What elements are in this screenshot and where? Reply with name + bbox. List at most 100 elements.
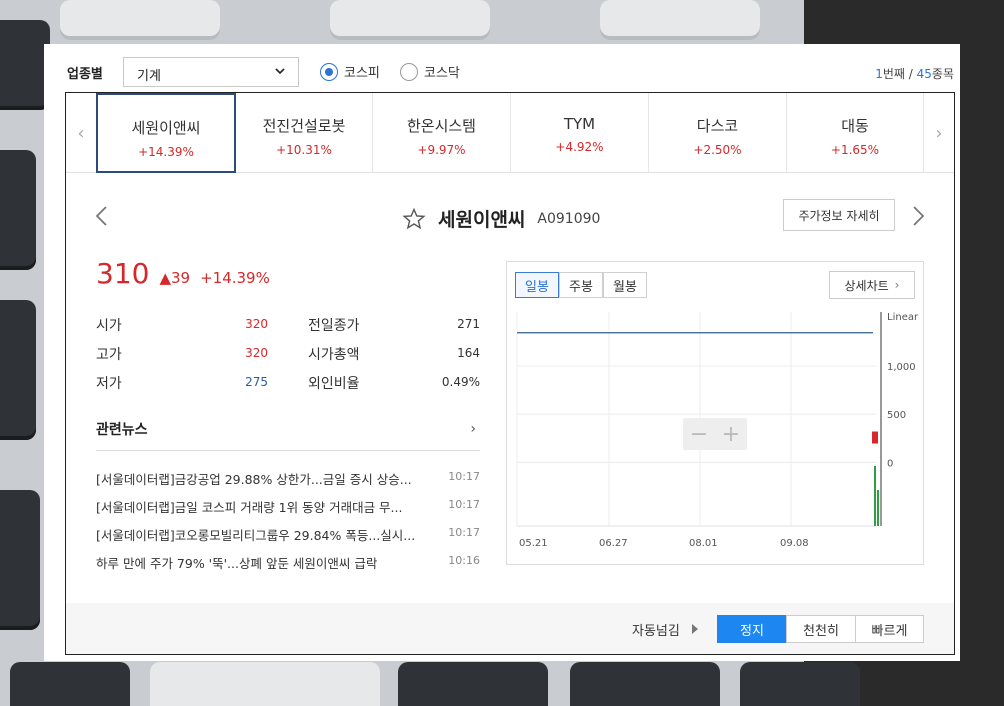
stock-tab-name: 전진건설로봇 [262, 117, 346, 135]
keyboard-key [600, 0, 760, 40]
stock-tab-1[interactable]: 전진건설로봇 +10.31% [236, 93, 373, 173]
filter-bar: 업종별 기계 코스피 코스닥 1번째 / 45종목 [44, 44, 960, 92]
slow-button[interactable]: 천천히 [786, 615, 856, 643]
stat-value-foreign-ratio: 0.49% [441, 375, 480, 389]
price-change-rate: +14.39% [200, 269, 270, 287]
stock-tab-name: 한온시스템 [406, 117, 476, 135]
stock-tab-name: TYM [563, 115, 596, 133]
stock-name: 세원이앤씨 [438, 209, 526, 231]
stat-label-prev-close: 전일종가 [308, 318, 360, 334]
stat-value-open: 320 [245, 317, 268, 331]
candle-body [872, 431, 878, 444]
news-header: 관련뉴스 › [96, 419, 480, 451]
prev-stock-arrow-icon[interactable] [94, 205, 110, 227]
total-unit: 종목 [931, 67, 954, 81]
page-unit: 번째 [882, 67, 905, 81]
radio-kosdaq[interactable]: 코스닥 [400, 62, 460, 81]
news-title: 관련뉴스 [96, 422, 148, 438]
keyboard-key [398, 662, 548, 706]
price-chart: 1,000 500 0 Linear 05.21 06.27 08.01 09.08 − + [516, 312, 919, 549]
keyboard-key [740, 662, 860, 706]
chevron-right-icon: › [894, 278, 900, 292]
news-item-title: 하루 만에 주가 79% '뚝'...상폐 앞둔 세원이앤씨 급락 [96, 556, 378, 571]
filter-label: 업종별 [67, 67, 103, 82]
radio-label-kosdaq: 코스닥 [424, 66, 460, 81]
radio-dot [320, 62, 338, 81]
stock-tab-4[interactable]: 다스코 +2.50% [649, 93, 787, 173]
stat-label-market-cap: 시가총액 [308, 347, 360, 363]
x-tick-label: 08.01 [689, 538, 718, 549]
y-tick-label: 0 [887, 458, 893, 469]
stock-tab-name: 다스코 [696, 117, 739, 135]
keyboard-key [0, 20, 50, 110]
stat-value-prev-close: 271 [457, 317, 480, 331]
price-change: ▲39 [159, 269, 191, 287]
stock-tabs: ‹ 세원이앤씨 +14.39% 전진건설로봇 +10.31% 한온시스템 +9.… [66, 93, 954, 173]
y-tick-label: 500 [887, 410, 906, 421]
stock-tab-rate: +14.39% [138, 145, 194, 159]
news-item-time: 10:17 [448, 470, 480, 483]
chart-tab-daily[interactable]: 일봉 [515, 272, 559, 298]
sector-select[interactable]: 기계 [123, 57, 299, 87]
stock-tab-rate: +9.97% [417, 143, 466, 157]
stat-label-low: 저가 [96, 376, 122, 392]
news-item[interactable]: [서울데이터랩]코오롱모빌리티그룹우 29.84% 폭등...실시... 10:… [96, 523, 480, 545]
stock-tab-rate: +2.50% [693, 143, 742, 157]
page-indicator: 1번째 / 45종목 [875, 65, 954, 82]
stock-tab-rate: +10.31% [276, 143, 332, 157]
keyboard-key [10, 662, 130, 706]
stat-value-low: 275 [245, 375, 268, 389]
news-item-time: 10:17 [448, 498, 480, 511]
stat-value-high: 320 [245, 346, 268, 360]
chart-tab-monthly[interactable]: 월봉 [603, 272, 647, 298]
news-item[interactable]: [서울데이터랩]금일 코스피 거래량 1위 동양 거래대금 무... 10:17 [96, 495, 480, 517]
keyboard-key [330, 0, 490, 40]
stock-code: A091090 [537, 210, 601, 227]
volume-bar [877, 490, 879, 526]
keyboard-key [570, 662, 720, 706]
stock-tab-5[interactable]: 대동 +1.65% [787, 93, 924, 173]
stat-value-market-cap: 164 [457, 346, 480, 360]
stop-button[interactable]: 정지 [717, 615, 787, 643]
price-chart-box: 일봉 주봉 월봉 상세차트 › 1,000 500 0 Linear 05.21 06.2… [506, 261, 924, 565]
tabs-prev-arrow-icon[interactable]: ‹ [66, 93, 96, 173]
footer-controls: 자동넘김 정지 천천히 빠르게 [66, 603, 954, 654]
star-icon[interactable] [402, 207, 426, 231]
next-stock-arrow-icon[interactable] [910, 205, 926, 227]
news-item-title: [서울데이터랩]금강공업 29.88% 상한가...금일 증시 상승... [96, 472, 412, 487]
radio-dot [400, 62, 418, 81]
current-price: 310 [96, 257, 150, 290]
zoom-in-icon[interactable]: + [722, 422, 740, 447]
keyboard-key [0, 490, 40, 630]
stock-tab-0[interactable]: 세원이앤씨 +14.39% [96, 93, 236, 173]
stock-tab-rate: +4.92% [555, 140, 604, 154]
x-tick-label: 05.21 [519, 538, 548, 549]
chevron-down-icon [275, 68, 285, 75]
page-separator: / [908, 67, 913, 81]
sector-select-value: 기계 [137, 69, 161, 84]
tabs-next-arrow-icon[interactable]: › [924, 93, 954, 173]
stock-detail-box: ‹ 세원이앤씨 +14.39% 전진건설로봇 +10.31% 한온시스템 +9.… [65, 92, 955, 655]
news-item[interactable]: 하루 만에 주가 79% '뚝'...상폐 앞둔 세원이앤씨 급락 10:16 [96, 551, 480, 573]
x-tick-label: 09.08 [780, 538, 809, 549]
stock-info-detail-button[interactable]: 주가정보 자세히 [783, 199, 895, 231]
stock-tab-3[interactable]: TYM +4.92% [511, 93, 649, 173]
radio-kospi[interactable]: 코스피 [320, 62, 380, 81]
chart-detail-label: 상세차트 [844, 278, 889, 293]
chart-tab-weekly[interactable]: 주봉 [559, 272, 603, 298]
chart-detail-button[interactable]: 상세차트 › [829, 271, 915, 299]
stock-tab-2[interactable]: 한온시스템 +9.97% [373, 93, 511, 173]
stat-label-foreign-ratio: 외인비율 [308, 376, 360, 392]
news-item[interactable]: [서울데이터랩]금강공업 29.88% 상한가...금일 증시 상승... 10… [96, 467, 480, 489]
page-current: 1 [875, 67, 883, 81]
keyboard-key [60, 0, 220, 40]
stock-tab-name: 대동 [841, 117, 869, 135]
fast-button[interactable]: 빠르게 [855, 615, 924, 643]
price-row: 310 ▲39 +14.39% [96, 257, 270, 290]
news-item-title: [서울데이터랩]코오롱모빌리티그룹우 29.84% 폭등...실시... [96, 528, 416, 543]
y-tick-label: 1,000 [887, 362, 916, 373]
zoom-out-icon[interactable]: − [690, 422, 708, 447]
news-more-arrow-icon[interactable]: › [470, 421, 476, 437]
stock-title: 세원이앤씨 A091090 [402, 205, 600, 232]
news-item-title: [서울데이터랩]금일 코스피 거래량 1위 동양 거래대금 무... [96, 500, 403, 515]
